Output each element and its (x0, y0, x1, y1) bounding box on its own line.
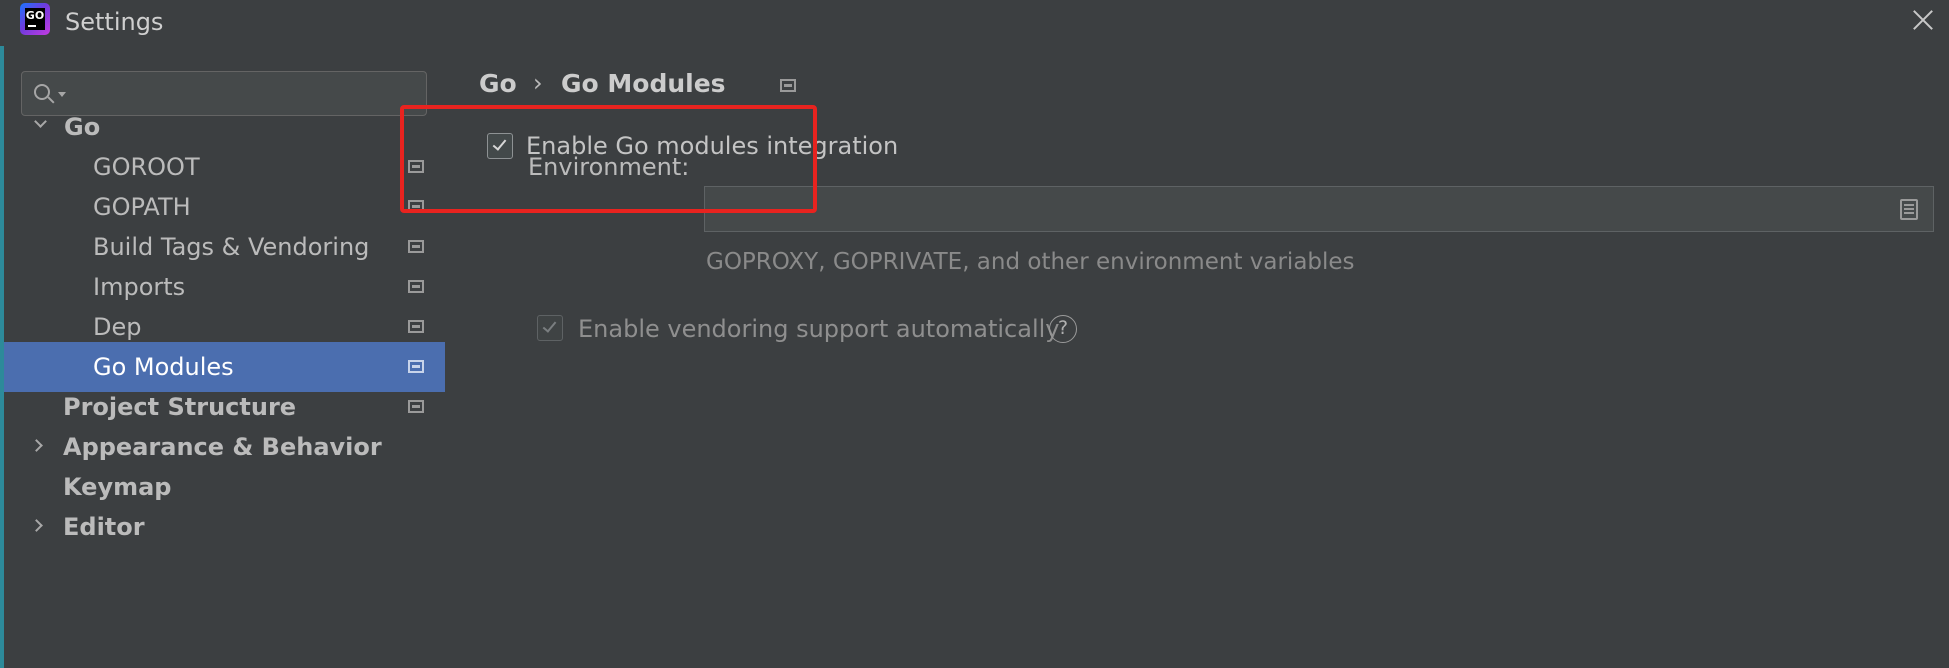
project-level-icon (408, 400, 424, 413)
project-level-icon (408, 320, 424, 333)
chevron-right-icon[interactable] (30, 519, 43, 532)
search-history-dropdown-icon[interactable] (58, 92, 66, 97)
project-level-icon (780, 79, 796, 92)
enable-vendoring-label[interactable]: Enable vendoring support automatically (578, 312, 1059, 346)
project-level-icon (408, 280, 424, 293)
title-bar: GO Settings (0, 0, 1949, 46)
breadcrumb-separator: › (533, 69, 543, 97)
checkmark-icon (492, 136, 507, 151)
app-logo-text: GO (25, 8, 45, 30)
checkmark-icon (542, 318, 557, 333)
enable-vendoring-checkbox[interactable] (537, 315, 563, 341)
settings-sidebar: Go GOROOT GOPATH Build Tags & Vendoring … (4, 46, 445, 668)
project-level-icon (408, 160, 424, 173)
breadcrumb-parent[interactable]: Go (479, 64, 517, 104)
tree-item-editor[interactable]: Editor (4, 502, 445, 552)
environment-field[interactable] (704, 186, 1934, 232)
environment-label: Environment: (528, 153, 690, 181)
chevron-right-icon[interactable] (30, 439, 43, 452)
project-level-icon (408, 240, 424, 253)
search-icon[interactable] (34, 84, 50, 100)
settings-content-panel: Go › Go Modules Enable Go modules integr… (400, 46, 1949, 668)
window-title: Settings (65, 8, 164, 36)
project-level-icon (408, 360, 424, 373)
environment-hint: GOPROXY, GOPRIVATE, and other environmen… (706, 249, 1355, 275)
goland-logo-icon: GO (20, 3, 50, 35)
close-icon[interactable] (1909, 6, 1937, 34)
chevron-down-icon[interactable] (34, 115, 47, 128)
tree-item-label: Editor (63, 513, 145, 541)
browse-document-icon[interactable] (1900, 199, 1918, 220)
enable-go-modules-checkbox[interactable] (487, 133, 513, 159)
help-icon[interactable]: ? (1049, 315, 1077, 343)
project-level-icon (408, 200, 424, 213)
breadcrumb-current: Go Modules (561, 69, 726, 98)
